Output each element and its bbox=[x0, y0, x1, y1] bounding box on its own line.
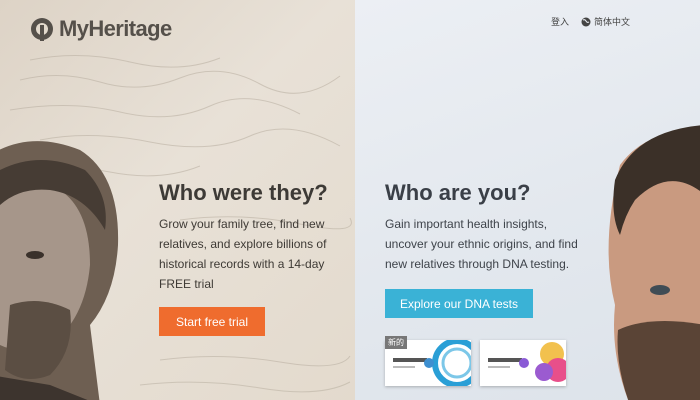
login-link[interactable]: 登入 bbox=[551, 15, 569, 28]
right-heading: Who are you? bbox=[385, 180, 531, 205]
kit-subtitle-mark bbox=[488, 366, 510, 368]
right-description: Gain important health insights, uncover … bbox=[385, 217, 578, 271]
dna-helix-graphic bbox=[424, 340, 471, 386]
kit-subtitle-mark bbox=[393, 366, 415, 368]
top-links: 登入 简体中文 bbox=[551, 15, 630, 28]
kit-brand-mark bbox=[488, 358, 522, 362]
dna-health-kit-image[interactable] bbox=[480, 340, 566, 386]
language-label: 简体中文 bbox=[593, 17, 630, 27]
left-panel: Who were they? Grow your family tree, fi… bbox=[0, 0, 355, 400]
right-panel: Who are you? Gain important health insig… bbox=[355, 0, 700, 400]
logo-text: MyHeritage bbox=[59, 16, 172, 41]
new-badge: 新的 bbox=[385, 336, 407, 349]
myheritage-logo-icon bbox=[31, 18, 53, 41]
myheritage-logo[interactable]: MyHeritage bbox=[30, 16, 172, 42]
explore-dna-tests-button[interactable]: Explore our DNA tests bbox=[385, 289, 533, 318]
left-heading: Who were they? bbox=[159, 180, 328, 205]
globe-icon bbox=[581, 17, 591, 26]
left-description: Grow your family tree, find new relative… bbox=[159, 217, 327, 291]
kit-brand-mark bbox=[393, 358, 427, 362]
historical-man-portrait bbox=[0, 141, 119, 400]
modern-man-portrait bbox=[608, 125, 700, 400]
start-free-trial-button[interactable]: Start free trial bbox=[159, 307, 265, 336]
language-selector[interactable]: 简体中文 bbox=[581, 15, 630, 28]
colorful-splash-graphic bbox=[519, 342, 566, 382]
